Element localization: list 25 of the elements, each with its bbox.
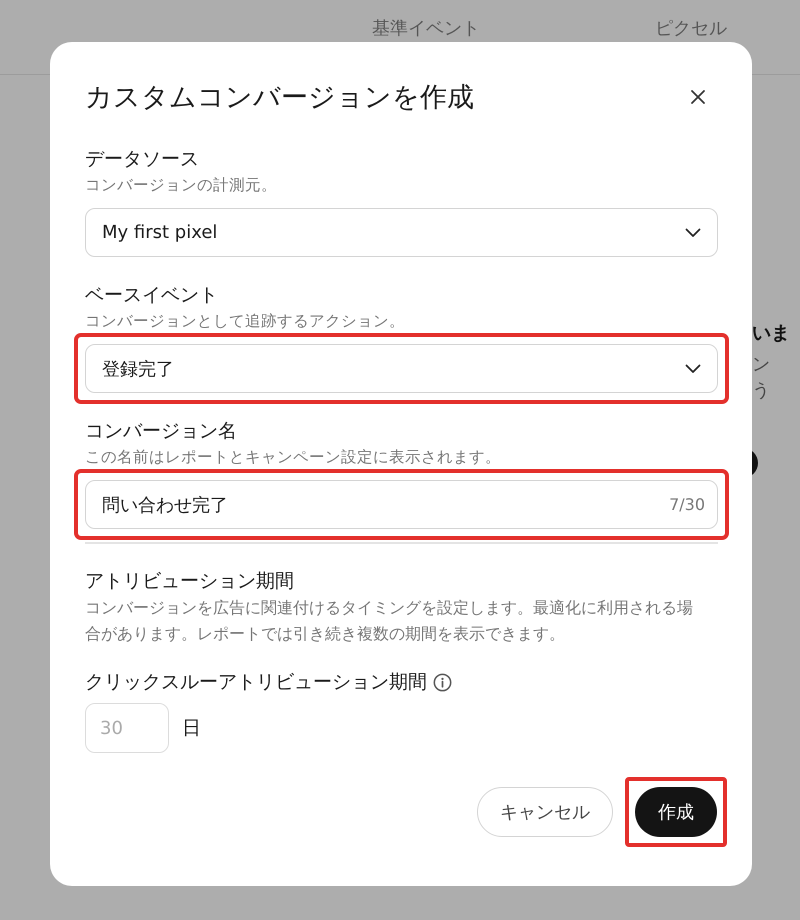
partial-text: ン <box>752 353 771 376</box>
partial-text: う <box>752 379 771 402</box>
dialog-title: カスタムコンバージョンを作成 <box>85 81 474 115</box>
days-field[interactable]: 30 <box>85 703 169 753</box>
text-input[interactable]: 問い合わせ完了 7/30 <box>85 480 718 529</box>
create-button[interactable]: 作成 <box>635 787 717 837</box>
field-label: クリックスルーアトリビューション期間 <box>85 670 427 695</box>
field-label: データソース <box>85 147 200 172</box>
select-field[interactable]: 登録完了 <box>85 344 718 393</box>
field-label: コンバージョン名 <box>85 419 238 444</box>
chevron-down-icon <box>685 364 701 374</box>
section-label: アトリビューション期間 <box>85 569 295 594</box>
cancel-button[interactable]: キャンセル <box>477 787 613 837</box>
unit-label: 日 <box>182 716 201 741</box>
section-description: コンバージョンを広告に関連付けるタイミングを設定します。最適化に利用される場合があります。レポートでは引き続き複数の期間を表示できます。 <box>85 597 694 645</box>
select-field[interactable]: My first pixel <box>85 208 718 257</box>
field-description: コンバージョンとして追跡するアクション。 <box>85 311 406 332</box>
close-icon <box>690 89 706 105</box>
partial-heading: いま <box>752 321 790 346</box>
field-label: ベースイベント <box>85 283 219 308</box>
character-counter: 7/30 <box>669 495 705 514</box>
info-icon[interactable] <box>433 672 452 692</box>
field-description: この名前はレポートとキャンペーン設定に表示されます。 <box>85 447 502 468</box>
chevron-down-icon <box>685 228 701 238</box>
field-description: コンバージョンの計測元。 <box>85 175 278 196</box>
